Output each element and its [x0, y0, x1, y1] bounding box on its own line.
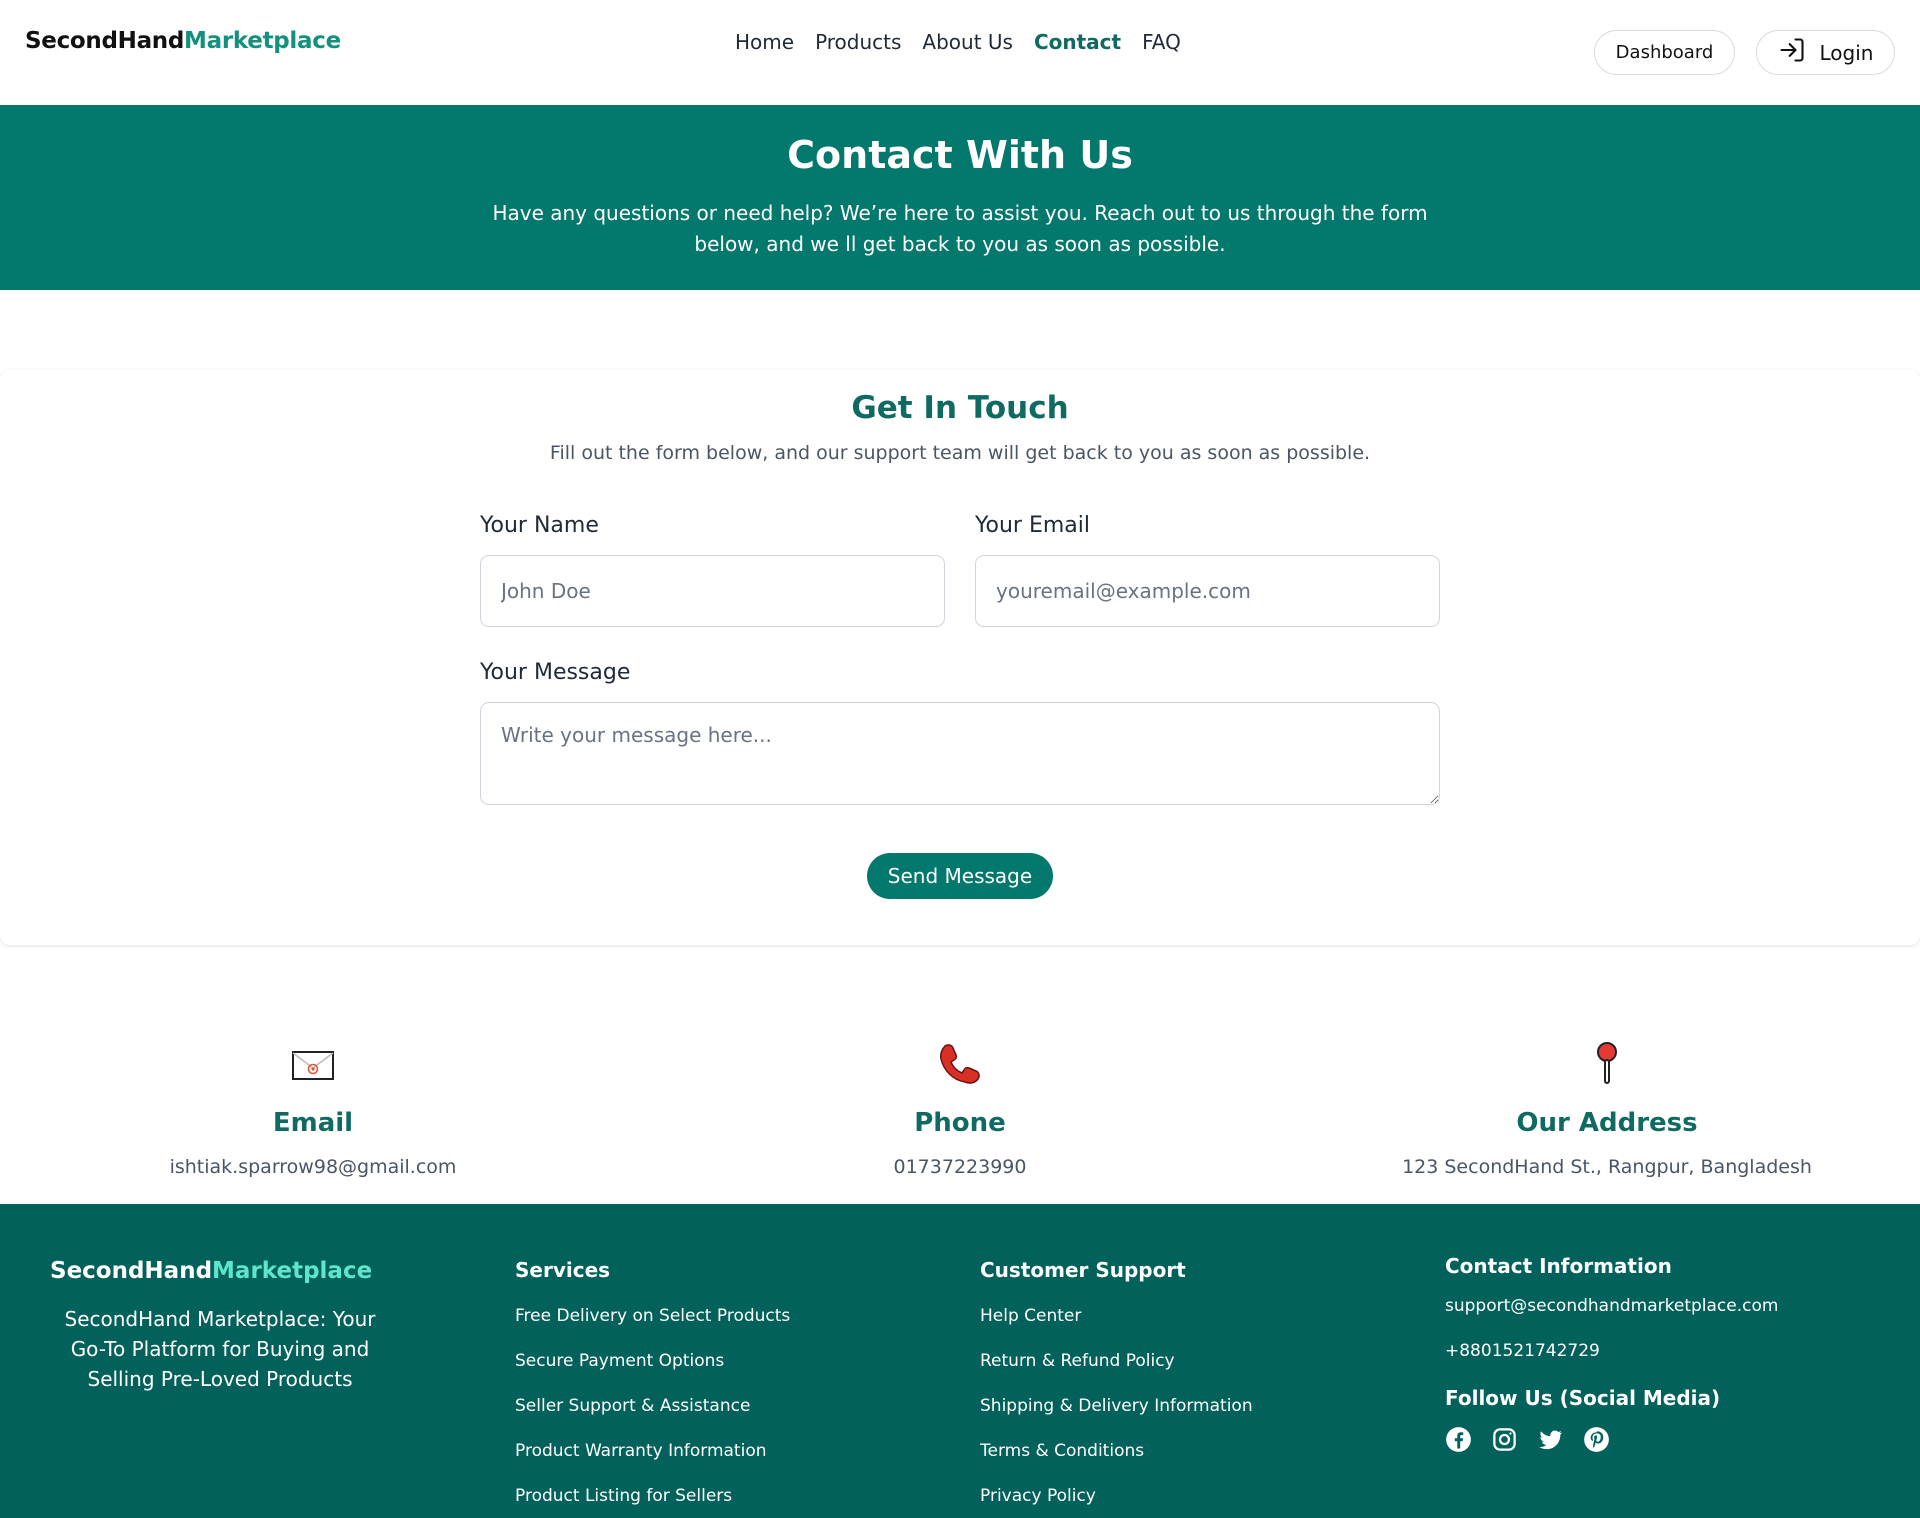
footer-social-title: Follow Us (Social Media): [1445, 1386, 1721, 1410]
pinterest-icon[interactable]: [1583, 1426, 1610, 1453]
nav-link-home[interactable]: Home: [735, 30, 794, 54]
site-logo[interactable]: SecondHandMarketplace: [25, 28, 341, 54]
footer: SecondHandMarketplace SecondHand Marketp…: [0, 1204, 1920, 1518]
logo-text: SecondHand: [25, 28, 185, 54]
social-links: [1445, 1426, 1778, 1453]
footer-logo-accent-text: Marketplace: [212, 1258, 373, 1284]
form-title: Get In Touch: [851, 390, 1069, 426]
footer-contact-email[interactable]: support@secondhandmarketplace.com: [1445, 1294, 1778, 1319]
footer-support-link[interactable]: Return & Refund Policy: [980, 1349, 1253, 1374]
navbar: SecondHandMarketplace Home Products Abou…: [0, 0, 1920, 105]
footer-contact-title: Contact Information: [1445, 1254, 1672, 1278]
footer-services-link[interactable]: Seller Support & Assistance: [515, 1394, 790, 1419]
nav-link-about-us[interactable]: About Us: [922, 30, 1013, 54]
footer-support-link[interactable]: Shipping & Delivery Information: [980, 1394, 1253, 1419]
envelope-icon: [63, 1040, 563, 1088]
email-input[interactable]: [975, 555, 1440, 627]
form-subtitle: Fill out the form below, and our support…: [549, 442, 1371, 464]
main-nav: Home Products About Us Contact FAQ: [735, 30, 1181, 54]
logo-accent-text: Marketplace: [184, 28, 341, 54]
login-button-label: Login: [1819, 40, 1874, 65]
footer-support-link[interactable]: Privacy Policy: [980, 1484, 1253, 1509]
message-textarea[interactable]: [480, 702, 1440, 805]
email-label: Your Email: [975, 513, 1090, 538]
footer-contact-phone[interactable]: +8801521742729: [1445, 1339, 1778, 1364]
address-info-value: 123 SecondHand St., Rangpur, Bangladesh: [1402, 1156, 1812, 1178]
footer-services-link[interactable]: Secure Payment Options: [515, 1349, 790, 1374]
name-label: Your Name: [480, 513, 599, 538]
footer-services-link[interactable]: Product Listing for Sellers: [515, 1484, 790, 1509]
footer-support-link[interactable]: Terms & Conditions: [980, 1439, 1253, 1464]
address-info: Our Address 123 SecondHand St., Rangpur,…: [1357, 1040, 1857, 1178]
telephone-icon: [710, 1040, 1210, 1088]
footer-logo[interactable]: SecondHandMarketplace: [50, 1258, 372, 1284]
email-info: Email ishtiak.sparrow98@gmail.com: [63, 1040, 563, 1178]
name-input[interactable]: [480, 555, 945, 627]
footer-services-link[interactable]: Free Delivery on Select Products: [515, 1304, 790, 1329]
hero-title: Contact With Us: [787, 133, 1133, 177]
footer-services-title: Services: [515, 1258, 611, 1282]
facebook-icon[interactable]: [1445, 1426, 1472, 1453]
address-info-title: Our Address: [1516, 1108, 1698, 1138]
nav-link-contact[interactable]: Contact: [1034, 30, 1121, 54]
email-info-title: Email: [272, 1108, 354, 1138]
instagram-icon[interactable]: [1491, 1426, 1518, 1453]
footer-contact: Contact Information support@secondhandma…: [1445, 1254, 1778, 1453]
footer-logo-text: SecondHand: [50, 1258, 213, 1284]
footer-services: Services Free Delivery on Select Product…: [515, 1258, 790, 1518]
footer-services-link[interactable]: Product Warranty Information: [515, 1439, 790, 1464]
contact-form-card: Get In Touch Fill out the form below, an…: [0, 370, 1920, 945]
message-label: Your Message: [480, 660, 631, 685]
login-icon: [1778, 36, 1806, 69]
login-button[interactable]: Login: [1756, 30, 1895, 75]
hero-banner: Contact With Us Have any questions or ne…: [0, 105, 1920, 290]
send-message-button[interactable]: Send Message: [867, 853, 1053, 899]
nav-link-faq[interactable]: FAQ: [1142, 30, 1181, 54]
dashboard-button[interactable]: Dashboard: [1594, 30, 1735, 75]
hero-text: Have any questions or need help? We’re h…: [492, 201, 1428, 256]
footer-support-title: Customer Support: [980, 1258, 1186, 1282]
nav-link-products[interactable]: Products: [815, 30, 901, 54]
twitter-icon[interactable]: [1537, 1426, 1564, 1453]
footer-support-link[interactable]: Help Center: [980, 1304, 1253, 1329]
phone-info-title: Phone: [914, 1108, 1006, 1138]
footer-support: Customer Support Help Center Return & Re…: [980, 1258, 1253, 1518]
dashboard-button-label: Dashboard: [1615, 42, 1714, 63]
footer-tagline: SecondHand Marketplace: Your Go-To Platf…: [64, 1307, 376, 1391]
phone-info: Phone 01737223990: [710, 1040, 1210, 1178]
phone-info-value: 01737223990: [893, 1156, 1027, 1178]
email-info-value: ishtiak.sparrow98@gmail.com: [169, 1156, 457, 1178]
location-pin-icon: [1357, 1040, 1857, 1088]
